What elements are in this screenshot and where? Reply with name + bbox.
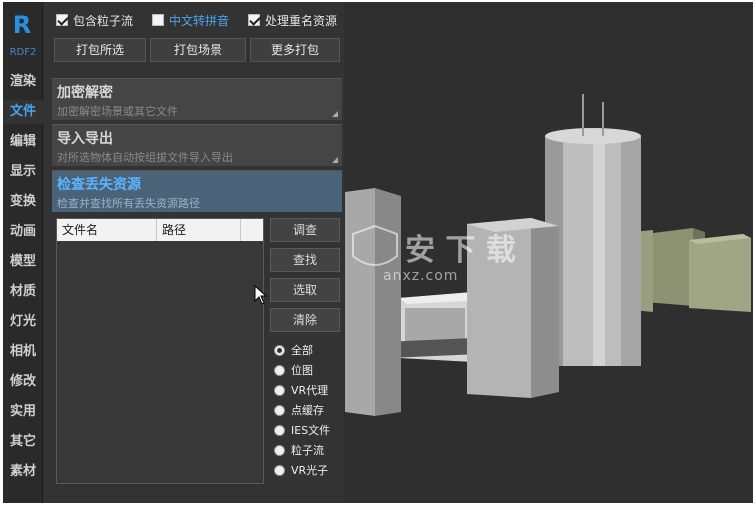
radio-icon [274, 444, 285, 456]
nav-item-transform[interactable]: 变换 [3, 190, 43, 214]
checkbox-checked-icon [56, 14, 68, 26]
rename-duplicates-label: 处理重名资源 [265, 13, 338, 28]
radio-selected-icon [274, 344, 285, 356]
nav-item-edit[interactable]: 编辑 [3, 130, 43, 154]
clear-button[interactable]: 清除 [270, 308, 340, 332]
filter-radio-bitmap[interactable]: 位图 [274, 362, 313, 378]
table-header: 文件名 路径 [57, 219, 263, 241]
nav-item-assets[interactable]: 素材 [3, 460, 43, 484]
section-import-export[interactable]: 导入导出 对所选物体自动按组拔文件导入导出 [52, 124, 342, 166]
filter-radio-all[interactable]: 全部 [274, 342, 313, 358]
nav-item-display[interactable]: 显示 [3, 160, 43, 184]
nav-item-animation[interactable]: 动画 [3, 220, 43, 244]
nav-item-light[interactable]: 灯光 [3, 310, 43, 334]
section-import-export-desc: 对所选物体自动按组拔文件导入导出 [57, 151, 233, 164]
section-missing-assets[interactable]: 检查丢失资源 检查并查找所有丢失资源路径 [52, 170, 342, 212]
select-button[interactable]: 选取 [270, 278, 340, 302]
nav-item-modify[interactable]: 修改 [3, 370, 43, 394]
pack-selected-button[interactable]: 打包所选 [54, 38, 146, 62]
filter-radio-ies[interactable]: IES文件 [274, 422, 330, 438]
radio-icon [274, 464, 285, 476]
watermark-text: anxz.com [383, 268, 459, 284]
nav-item-material[interactable]: 材质 [3, 280, 43, 304]
expand-corner-icon [332, 111, 338, 117]
nav-item-utility[interactable]: 实用 [3, 400, 43, 424]
section-encrypt[interactable]: 加密解密 加密解密场景或其它文件 [52, 78, 342, 120]
app-version: RDF2 [9, 47, 37, 58]
include-particles-label: 包含粒子流 [73, 13, 134, 28]
nav-item-other[interactable]: 其它 [3, 430, 43, 454]
filter-label: IES文件 [291, 424, 331, 437]
file-panel: 包含粒子流 中文转拼音 处理重名资源 打包所选 打包场景 更多打包 加密解密 加… [44, 2, 344, 503]
building-left [345, 188, 401, 416]
checkbox-unchecked-icon [152, 14, 164, 26]
mouse-cursor-icon [254, 285, 268, 305]
radio-icon [274, 384, 285, 396]
check-button[interactable]: 调查 [270, 218, 340, 242]
filter-label: 位图 [291, 364, 313, 377]
filter-label: 粒子流 [291, 444, 324, 457]
filter-radio-particle-flow[interactable]: 粒子流 [274, 442, 324, 458]
section-import-export-title: 导入导出 [57, 131, 113, 147]
radio-icon [274, 364, 285, 376]
section-missing-assets-desc: 检查并查找所有丢失资源路径 [57, 197, 200, 210]
app-window: 安 下 载 anxz.com R RDF2 渲染 文件 编辑 显示 变换 动画 … [3, 2, 753, 503]
filter-label: 点缓存 [291, 404, 324, 417]
nav-item-render[interactable]: 渲染 [3, 70, 43, 94]
nav-item-model[interactable]: 模型 [3, 250, 43, 274]
filter-radio-point-cache[interactable]: 点缓存 [274, 402, 324, 418]
radio-icon [274, 404, 285, 416]
radio-icon [274, 424, 285, 436]
section-missing-assets-title: 检查丢失资源 [57, 177, 141, 193]
chinese-pinyin-checkbox[interactable]: 中文转拼音 [152, 13, 230, 28]
filter-label: VR光子 [291, 464, 329, 477]
checkbox-checked-icon [248, 14, 260, 26]
filter-radio-vr-photon[interactable]: VR光子 [274, 462, 328, 478]
tower-cylinder [545, 94, 641, 366]
filter-label: VR代理 [291, 384, 329, 397]
app-logo: R [12, 11, 32, 39]
watermark: anxz.com [349, 224, 499, 294]
nav-item-camera[interactable]: 相机 [3, 340, 43, 364]
include-particles-checkbox[interactable]: 包含粒子流 [56, 13, 134, 28]
section-encrypt-desc: 加密解密场景或其它文件 [57, 105, 178, 118]
sidebar-nav: R RDF2 渲染 文件 编辑 显示 变换 动画 模型 材质 灯光 相机 修改 … [3, 2, 43, 503]
missing-files-table[interactable]: 文件名 路径 [56, 218, 264, 484]
more-pack-button[interactable]: 更多打包 [250, 38, 340, 62]
column-path[interactable]: 路径 [157, 219, 241, 241]
find-button[interactable]: 查找 [270, 248, 340, 272]
expand-corner-icon [332, 157, 338, 163]
filter-label: 全部 [291, 344, 313, 357]
section-encrypt-title: 加密解密 [57, 85, 113, 101]
pack-scene-button[interactable]: 打包场景 [150, 38, 246, 62]
nav-item-file[interactable]: 文件 [3, 100, 43, 124]
building-green-2 [689, 234, 751, 312]
filter-radio-vr-proxy[interactable]: VR代理 [274, 382, 328, 398]
rename-duplicates-checkbox[interactable]: 处理重名资源 [248, 13, 338, 28]
column-filename[interactable]: 文件名 [57, 219, 157, 241]
chinese-pinyin-label: 中文转拼音 [169, 13, 230, 28]
